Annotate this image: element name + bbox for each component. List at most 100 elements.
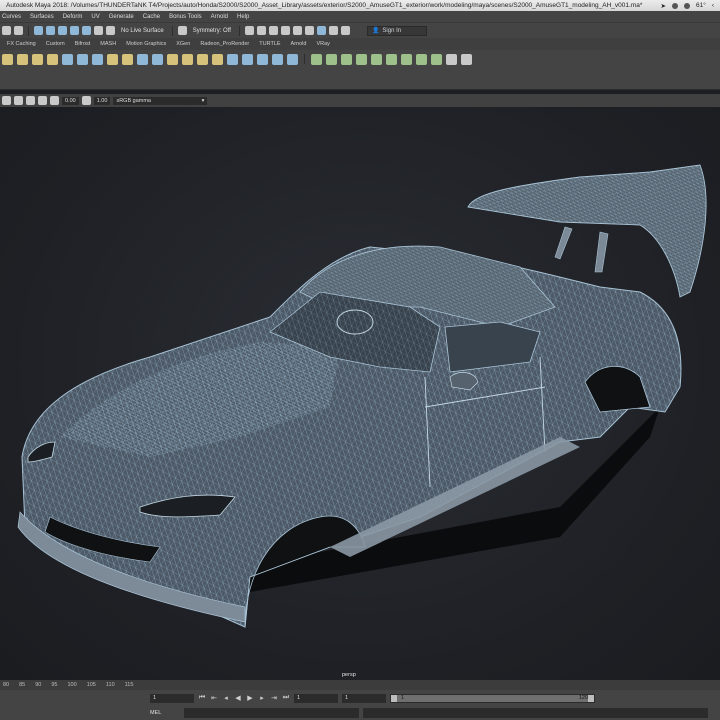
time-slider[interactable]: 80 85 90 95 100 105 110 115 [0, 680, 720, 690]
shelf-tool-icon[interactable] [212, 54, 223, 65]
shelf-tab-turtle[interactable]: TURTLE [254, 41, 285, 47]
menu-uv[interactable]: UV [91, 14, 99, 20]
play-forwards-icon[interactable]: ▶ [246, 694, 254, 702]
menu-bonus-tools[interactable]: Bonus Tools [169, 14, 202, 20]
shelf-tool-icon[interactable] [227, 54, 238, 65]
menu-arnold[interactable]: Arnold [211, 14, 228, 20]
xray-icon[interactable] [26, 96, 35, 105]
shelf-tool-icon[interactable] [371, 54, 382, 65]
snap-point-icon[interactable] [58, 26, 67, 35]
range-handle-right[interactable] [588, 694, 594, 702]
snap-surface-icon[interactable] [82, 26, 91, 35]
step-forward-key-icon[interactable]: ⇥ [270, 694, 278, 702]
shelf-tool-icon[interactable] [326, 54, 337, 65]
menu-help[interactable]: Help [237, 14, 249, 20]
range-handle-left[interactable] [391, 694, 397, 702]
render-settings-icon[interactable] [280, 26, 290, 35]
step-back-icon[interactable]: ◂ [222, 694, 230, 702]
shelf-tool-icon[interactable] [401, 54, 412, 65]
go-to-end-icon[interactable]: ⏭ [282, 694, 290, 702]
chevron-left-icon[interactable]: ‹ [712, 2, 714, 9]
shelf-tool-icon[interactable] [272, 54, 283, 65]
snap-view-icon[interactable] [70, 26, 79, 35]
playback-start-field[interactable]: 1 [342, 693, 386, 703]
hypershade-icon[interactable] [292, 26, 302, 35]
shelf-tool-icon[interactable] [287, 54, 298, 65]
menu-deform[interactable]: Deform [63, 14, 83, 20]
shelf-tool-icon[interactable] [386, 54, 397, 65]
shelf-tab-motion-graphics[interactable]: Motion Graphics [121, 41, 171, 47]
shelf-tab-bifrost[interactable]: Bifrost [70, 41, 96, 47]
pause-icon[interactable] [328, 26, 338, 35]
range-start-field[interactable]: 1 [294, 693, 338, 703]
shelf-tool-icon[interactable] [47, 54, 58, 65]
step-back-key-icon[interactable]: ⇤ [210, 694, 218, 702]
shelf-tool-icon[interactable] [152, 54, 163, 65]
shelf-tool-icon[interactable] [356, 54, 367, 65]
shelf-tool-icon[interactable] [341, 54, 352, 65]
menu-cache[interactable]: Cache [143, 14, 160, 20]
shelf-tool-icon[interactable] [167, 54, 178, 65]
shelf-tool-icon[interactable] [62, 54, 73, 65]
exposure-icon[interactable] [2, 96, 11, 105]
shelf-tool-icon[interactable] [461, 54, 472, 65]
shelf-tool-icon[interactable] [77, 54, 88, 65]
exposure-field[interactable]: 0.00 [62, 96, 79, 105]
shelf-tool-icon[interactable] [182, 54, 193, 65]
light-editor-icon[interactable] [304, 26, 314, 35]
shelf-tab-custom[interactable]: Custom [41, 41, 70, 47]
shelf-tab-xgen[interactable]: XGen [171, 41, 195, 47]
range-bar[interactable]: 1 120 [390, 693, 595, 703]
shelf-tool-icon[interactable] [2, 54, 13, 65]
exposure-reset-icon[interactable] [50, 96, 59, 105]
gamma-icon[interactable] [81, 96, 91, 105]
current-frame-field[interactable]: 1 [150, 693, 194, 703]
shelf-tool-icon[interactable] [17, 54, 28, 65]
location-icon[interactable]: ➤ [661, 2, 666, 10]
shelf-tool-icon[interactable] [107, 54, 118, 65]
ipr-icon[interactable] [268, 26, 278, 35]
stop-icon[interactable] [340, 26, 350, 35]
viewport[interactable]: persp [0, 107, 720, 680]
snap-grid-icon[interactable] [34, 26, 43, 35]
isolate-icon[interactable] [38, 96, 47, 105]
shelf-tab-fx-caching[interactable]: FX Caching [2, 41, 41, 47]
menu-curves[interactable]: Curves [2, 14, 21, 20]
shelf-tab-vray[interactable]: VRay [311, 41, 334, 47]
make-live-icon[interactable] [106, 26, 115, 35]
shelf-tool-icon[interactable] [416, 54, 427, 65]
shelf-tool-icon[interactable] [311, 54, 322, 65]
render-icon[interactable] [244, 26, 254, 35]
gamma-field[interactable]: 1.00 [93, 96, 111, 105]
undo-icon[interactable] [2, 26, 11, 35]
shelf-tool-icon[interactable] [32, 54, 43, 65]
shelf-tool-icon[interactable] [242, 54, 253, 65]
shelf-tab-radeon-prorender[interactable]: Radeon_ProRender [195, 41, 254, 47]
user-icon[interactable] [683, 2, 690, 9]
command-language-label[interactable]: MEL [150, 710, 180, 716]
redo-icon[interactable] [14, 26, 23, 35]
arnold-render-icon[interactable] [316, 26, 326, 35]
snap-curve-icon[interactable] [46, 26, 55, 35]
wireframe-toggle-icon[interactable] [14, 96, 23, 105]
sign-in-button[interactable]: 👤 Sign In [366, 25, 427, 36]
shelf-tool-icon[interactable] [446, 54, 457, 65]
menu-generate[interactable]: Generate [109, 14, 134, 20]
command-input[interactable] [184, 708, 359, 718]
sync-icon[interactable] [671, 2, 678, 9]
shelf-tab-mash[interactable]: MASH [95, 41, 121, 47]
live-surface-label[interactable]: No Live Surface [121, 28, 164, 34]
symmetry-label[interactable]: Symmetry: Off [193, 28, 231, 34]
symmetry-icon[interactable] [177, 26, 187, 35]
history-icon[interactable] [94, 26, 103, 35]
shelf-tool-icon[interactable] [137, 54, 148, 65]
shelf-tool-icon[interactable] [122, 54, 133, 65]
shelf-tool-icon[interactable] [92, 54, 103, 65]
shelf-tool-icon[interactable] [197, 54, 208, 65]
shelf-tool-icon[interactable] [431, 54, 442, 65]
render-sequence-icon[interactable] [256, 26, 266, 35]
menu-surfaces[interactable]: Surfaces [30, 14, 54, 20]
go-to-start-icon[interactable]: ⏮ [198, 694, 206, 702]
play-backwards-icon[interactable]: ◀ [234, 694, 242, 702]
shelf-tool-icon[interactable] [257, 54, 268, 65]
